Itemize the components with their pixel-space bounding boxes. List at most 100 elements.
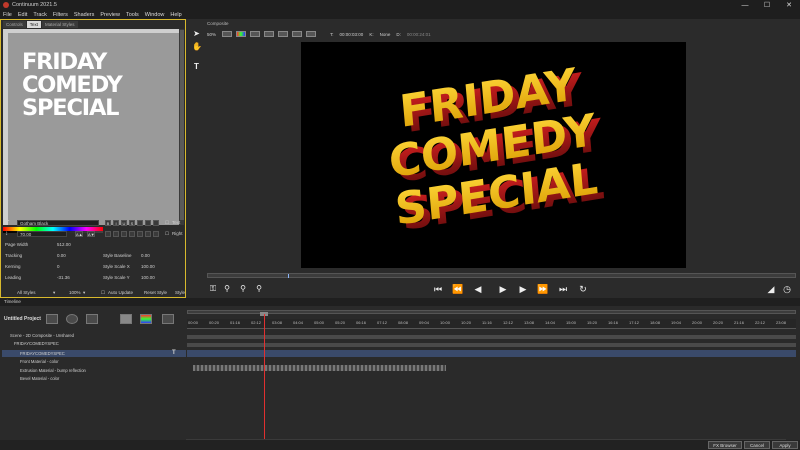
zoom-chevron-icon[interactable]: ▾ xyxy=(83,290,85,296)
apply-button[interactable]: Apply xyxy=(772,441,798,449)
auto-update-checkbox[interactable]: ☐ xyxy=(101,290,105,296)
style-button-5[interactable] xyxy=(137,220,143,226)
view-mode-button[interactable] xyxy=(222,31,233,37)
tracking-value[interactable]: 0.00 xyxy=(57,253,66,258)
style-baseline-value[interactable]: 0.00 xyxy=(141,253,150,258)
align-justify-button[interactable] xyxy=(129,231,135,237)
select-arrow-icon[interactable]: ➤ xyxy=(192,29,201,38)
font-name-field[interactable]: Gotham Black xyxy=(17,220,99,226)
underline-button[interactable]: U xyxy=(121,220,127,226)
style-button[interactable]: Style xyxy=(175,290,185,295)
italic-button[interactable]: I xyxy=(113,220,119,226)
track-text-object[interactable]: FRIDAYCOMEDYSPEC xyxy=(20,351,65,356)
text-preview-canvas[interactable]: FRIDAY COMEDY SPECIAL xyxy=(3,29,179,225)
menu-track[interactable]: Track xyxy=(33,12,47,18)
tab-controls[interactable]: Controls xyxy=(3,21,26,28)
viewer-scrub-bar[interactable] xyxy=(207,273,796,278)
align-right-button[interactable] xyxy=(121,231,127,237)
strike-button[interactable]: S xyxy=(129,220,135,226)
overlay-button[interactable] xyxy=(250,31,261,37)
playhead[interactable] xyxy=(264,314,265,440)
reset-style-button[interactable]: Reset Style xyxy=(144,290,167,295)
style-button-6[interactable] xyxy=(145,220,151,226)
right-checkbox-icon[interactable]: ☐ xyxy=(165,231,169,237)
align-button-7[interactable] xyxy=(153,231,159,237)
step-back-button[interactable]: ◀ xyxy=(472,283,484,295)
add-key-icon[interactable]: ⚲ xyxy=(221,283,233,295)
style-scale-y-value[interactable]: 100.00 xyxy=(141,275,155,280)
page-width-value[interactable]: 512.00 xyxy=(57,242,71,247)
scrub-marker[interactable] xyxy=(288,274,289,278)
rewind-button[interactable]: ⏪ xyxy=(452,283,464,295)
style-scale-x-value[interactable]: 100.00 xyxy=(141,264,155,269)
goto-start-button[interactable]: ⏮ xyxy=(432,283,444,295)
tab-text[interactable]: Text xyxy=(26,21,42,28)
composite-viewer[interactable]: FRIDAY COMEDY SPECIAL FRIDAY COMEDY SPEC… xyxy=(301,42,686,268)
cancel-button[interactable]: Cancel xyxy=(744,441,770,449)
goto-end-button[interactable]: ⏭ xyxy=(557,283,569,295)
align-center-button[interactable] xyxy=(113,231,119,237)
align-button-5[interactable] xyxy=(137,231,143,237)
timeline-zoom-bar[interactable] xyxy=(187,310,796,314)
hand-icon[interactable]: ✋ xyxy=(192,42,202,51)
preview-scrollbar-thumb[interactable] xyxy=(180,30,184,220)
ramp-icon[interactable]: ◢ xyxy=(765,283,777,295)
align-button-6[interactable] xyxy=(145,231,151,237)
track-scene[interactable]: Scene - 2D Composite - Unshared xyxy=(10,333,74,338)
font-size-up-button[interactable]: A▲ xyxy=(75,231,83,237)
color-channel-button[interactable] xyxy=(236,31,247,37)
minimize-button[interactable]: — xyxy=(734,0,756,10)
play-button[interactable]: ▶ xyxy=(497,283,509,295)
leading-value[interactable]: -31.36 xyxy=(57,275,70,280)
text-preview-content[interactable]: FRIDAY COMEDY SPECIAL xyxy=(22,51,172,120)
zoom-dropdown[interactable]: 100% xyxy=(69,290,81,295)
bold-button[interactable]: B xyxy=(105,220,111,226)
text-object-track-bar[interactable] xyxy=(187,350,796,357)
menu-filters[interactable]: Filters xyxy=(53,12,68,18)
track-extrusion-material[interactable]: Extrusion Material - bump reflection xyxy=(20,368,86,373)
fx-browser-button[interactable]: FX Browser xyxy=(708,441,742,449)
safe-area-button[interactable] xyxy=(278,31,289,37)
all-styles-dropdown[interactable]: All Styles xyxy=(17,290,36,295)
step-forward-button[interactable]: ▶ xyxy=(517,283,529,295)
text-tool-icon[interactable]: T xyxy=(192,62,201,71)
style-button-7[interactable] xyxy=(153,220,159,226)
loop-button[interactable]: ↻ xyxy=(577,283,589,295)
keyframe-strip[interactable] xyxy=(193,365,446,371)
next-key-icon[interactable]: ⚲ xyxy=(253,283,265,295)
menu-help[interactable]: Help xyxy=(170,12,181,18)
align-left-button[interactable] xyxy=(105,231,111,237)
close-button[interactable]: ✕ xyxy=(778,0,800,10)
tab-material-styles[interactable]: Material Styles xyxy=(42,21,78,28)
camera-button[interactable] xyxy=(292,31,303,37)
keyframe-value[interactable]: None xyxy=(380,32,391,37)
menu-edit[interactable]: Edit xyxy=(18,12,27,18)
menu-file[interactable]: File xyxy=(3,12,12,18)
font-size-field[interactable]: 70.00 xyxy=(17,231,67,237)
track-text-layer[interactable]: FRIDAYCOMEDYSPEC xyxy=(14,341,59,346)
layer-image-icon[interactable] xyxy=(46,314,58,324)
timeline-ruler[interactable]: 00:00 00:20 01:16 02:12 03:08 04:04 05:0… xyxy=(187,319,796,329)
current-time-field[interactable]: 00:00:03:00 xyxy=(340,32,364,37)
dropdown-chevron-icon[interactable]: ▾ xyxy=(53,290,55,296)
clock-icon[interactable]: ◷ xyxy=(781,283,793,295)
font-size-down-button[interactable]: A▼ xyxy=(87,231,95,237)
menu-shaders[interactable]: Shaders xyxy=(74,12,95,18)
menu-window[interactable]: Window xyxy=(145,12,165,18)
menu-tools[interactable]: Tools xyxy=(126,12,139,18)
track-bevel-material[interactable]: Bevel Material - color xyxy=(20,376,59,381)
render-button[interactable] xyxy=(306,31,317,37)
menu-preview[interactable]: Preview xyxy=(100,12,120,18)
kerning-value[interactable]: 0 xyxy=(57,264,60,269)
zoom-level[interactable]: 50% xyxy=(207,32,216,37)
delete-key-icon[interactable]: ⚲ xyxy=(237,283,249,295)
text-checkbox-icon[interactable]: ☐ xyxy=(165,220,169,226)
key-icon[interactable]: ⚿ xyxy=(207,283,219,295)
folder-icon[interactable] xyxy=(162,314,174,324)
scene-track-bar[interactable] xyxy=(187,335,796,339)
camera-icon[interactable] xyxy=(66,314,78,324)
color-icon[interactable] xyxy=(140,314,152,324)
import-icon[interactable] xyxy=(86,314,98,324)
maximize-button[interactable]: ☐ xyxy=(756,0,778,10)
grid-button[interactable] xyxy=(264,31,275,37)
